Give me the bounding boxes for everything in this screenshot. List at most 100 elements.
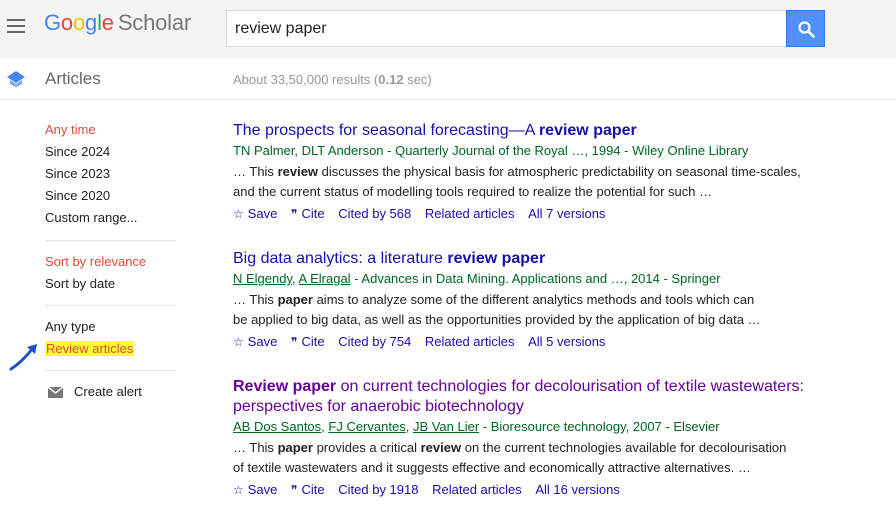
results-time: 0.12 — [378, 72, 404, 87]
save-button[interactable]: ☆ Save — [233, 206, 277, 222]
snippet-match: review — [277, 164, 319, 179]
save-label: Save — [247, 482, 278, 497]
result-title-match: Review paper — [233, 378, 337, 395]
google-scholar-logo[interactable]: Google Scholar — [44, 10, 191, 36]
logo-letter: G — [44, 10, 61, 35]
save-button[interactable]: ☆ Save — [233, 334, 277, 350]
results-count-prefix: About 33,50,000 results ( — [233, 72, 379, 87]
cite-label: Cite — [301, 206, 325, 221]
cite-label: Cite — [301, 482, 325, 497]
result-authors: TN Palmer, DLT Anderson - Quarterly Jour… — [233, 142, 873, 160]
snippet-text: of textile wastewaters and it suggests e… — [233, 460, 751, 475]
snippet-text: discusses the physical basis for atmosph… — [318, 164, 801, 179]
save-label: Save — [247, 334, 278, 349]
search-box — [226, 10, 786, 47]
result-title-match: review paper — [447, 250, 546, 267]
logo-suffix: Scholar — [117, 10, 192, 35]
cite-button[interactable]: ❞ Cite — [291, 482, 325, 498]
related-articles-link[interactable]: Related articles — [425, 334, 515, 350]
snippet-match: paper — [277, 292, 313, 307]
filter-review-articles[interactable]: Review articles — [45, 341, 135, 356]
filter-any-time[interactable]: Any time — [45, 122, 96, 137]
result-title-link[interactable]: Review paper on current technologies for… — [233, 377, 873, 417]
save-label: Save — [247, 206, 278, 221]
result-author-names: TN Palmer, DLT Anderson — [233, 143, 384, 158]
filter-since-2023[interactable]: Since 2023 — [45, 166, 110, 181]
search-button[interactable] — [786, 10, 825, 47]
sidebar-divider — [45, 370, 176, 371]
star-icon: ☆ — [233, 483, 244, 497]
result-title-link[interactable]: Big data analytics: a literature review … — [233, 249, 873, 269]
author-link[interactable]: FJ Cervantes — [328, 419, 405, 434]
cite-label: Cite — [301, 334, 325, 349]
star-icon: ☆ — [233, 207, 244, 221]
filter-since-2020[interactable]: Since 2020 — [45, 188, 110, 203]
result-title-text: perspectives for anaerobic biotechnology — [233, 398, 524, 415]
review-articles-label: Review articles — [45, 341, 135, 356]
menu-icon[interactable] — [7, 19, 25, 33]
cite-button[interactable]: ❞ Cite — [291, 334, 325, 350]
result-title-match: review paper — [538, 122, 637, 139]
snippet-text: … This — [233, 440, 278, 455]
result-snippet: … This review discusses the physical bas… — [233, 162, 813, 202]
articles-icon — [7, 71, 25, 87]
snippet-text: be applied to big data, as well as the o… — [233, 312, 761, 327]
sort-by-date[interactable]: Sort by date — [45, 276, 115, 291]
related-articles-link[interactable]: Related articles — [432, 482, 522, 498]
snippet-text: … This — [233, 164, 278, 179]
snippet-text: … This — [233, 292, 278, 307]
author-link[interactable]: N Elgendy — [233, 271, 292, 286]
arrow-icon — [9, 344, 37, 371]
result-snippet: … This paper provides a critical review … — [233, 438, 813, 478]
cite-button[interactable]: ❞ Cite — [291, 206, 325, 222]
filter-custom-range[interactable]: Custom range... — [45, 210, 138, 225]
filter-since-2024[interactable]: Since 2024 — [45, 144, 110, 159]
result-authors: AB Dos Santos, FJ Cervantes, JB Van Lier… — [233, 419, 720, 434]
author-link[interactable]: AB Dos Santos — [233, 419, 321, 434]
cited-by-link[interactable]: Cited by 754 — [338, 334, 411, 350]
quote-icon: ❞ — [291, 483, 298, 497]
result-title-text: on current technologies for decolourisat… — [336, 378, 804, 395]
result-title-text: The prospects for seasonal forecasting—A — [233, 122, 539, 139]
cited-by-link[interactable]: Cited by 568 — [338, 206, 411, 222]
sort-by-relevance[interactable]: Sort by relevance — [45, 254, 146, 269]
result-source: - Quarterly Journal of the Royal …, 1994… — [383, 143, 749, 158]
result-authors: N Elgendy, A Elragal - Advances in Data … — [233, 271, 721, 286]
all-versions-link[interactable]: All 7 versions — [528, 206, 605, 222]
snippet-text: and the current status of modelling tool… — [233, 184, 713, 199]
search-icon — [798, 21, 815, 38]
author-link[interactable]: A Elragal — [299, 271, 351, 286]
mail-icon — [48, 387, 63, 398]
logo-letter: g — [85, 10, 98, 35]
star-icon: ☆ — [233, 335, 244, 349]
quote-icon: ❞ — [291, 335, 298, 349]
search-result: Big data analytics: a literature review … — [233, 249, 873, 350]
sidebar-divider — [45, 240, 176, 241]
save-button[interactable]: ☆ Save — [233, 482, 277, 498]
logo-letter: e — [101, 10, 114, 35]
all-versions-link[interactable]: All 5 versions — [528, 334, 605, 350]
subheader: Articles About 33,50,000 results (0.12 s… — [0, 58, 896, 100]
logo-letter: o — [72, 10, 86, 35]
result-actions: ☆ Save ❞ Cite Cited by 1918 Related articl… — [233, 482, 873, 498]
filter-any-type[interactable]: Any type — [45, 319, 96, 334]
result-snippet: … This paper aims to analyze some of the… — [233, 290, 813, 330]
logo-letter: o — [60, 10, 73, 35]
top-header: Google Scholar — [0, 0, 896, 58]
result-actions: ☆ Save ❞ Cite Cited by 568 Related article… — [233, 206, 873, 222]
create-alert-link[interactable]: Create alert — [74, 384, 142, 399]
results-count-suffix: sec) — [403, 72, 432, 87]
snippet-text: aims to analyze some of the different an… — [312, 292, 755, 307]
result-source: - Advances in Data Mining. Applications … — [350, 271, 721, 286]
result-title-link[interactable]: The prospects for seasonal forecasting—A… — [233, 121, 873, 141]
all-versions-link[interactable]: All 16 versions — [535, 482, 620, 498]
related-articles-link[interactable]: Related articles — [425, 206, 515, 222]
search-result: The prospects for seasonal forecasting—A… — [233, 121, 873, 222]
page-title: Articles — [45, 69, 101, 88]
cited-by-link[interactable]: Cited by 1918 — [338, 482, 418, 498]
search-input[interactable] — [227, 11, 786, 46]
snippet-match: review — [420, 440, 462, 455]
sidebar-divider — [45, 305, 176, 306]
search-result: Review paper on current technologies for… — [233, 377, 873, 498]
author-link[interactable]: JB Van Lier — [413, 419, 479, 434]
